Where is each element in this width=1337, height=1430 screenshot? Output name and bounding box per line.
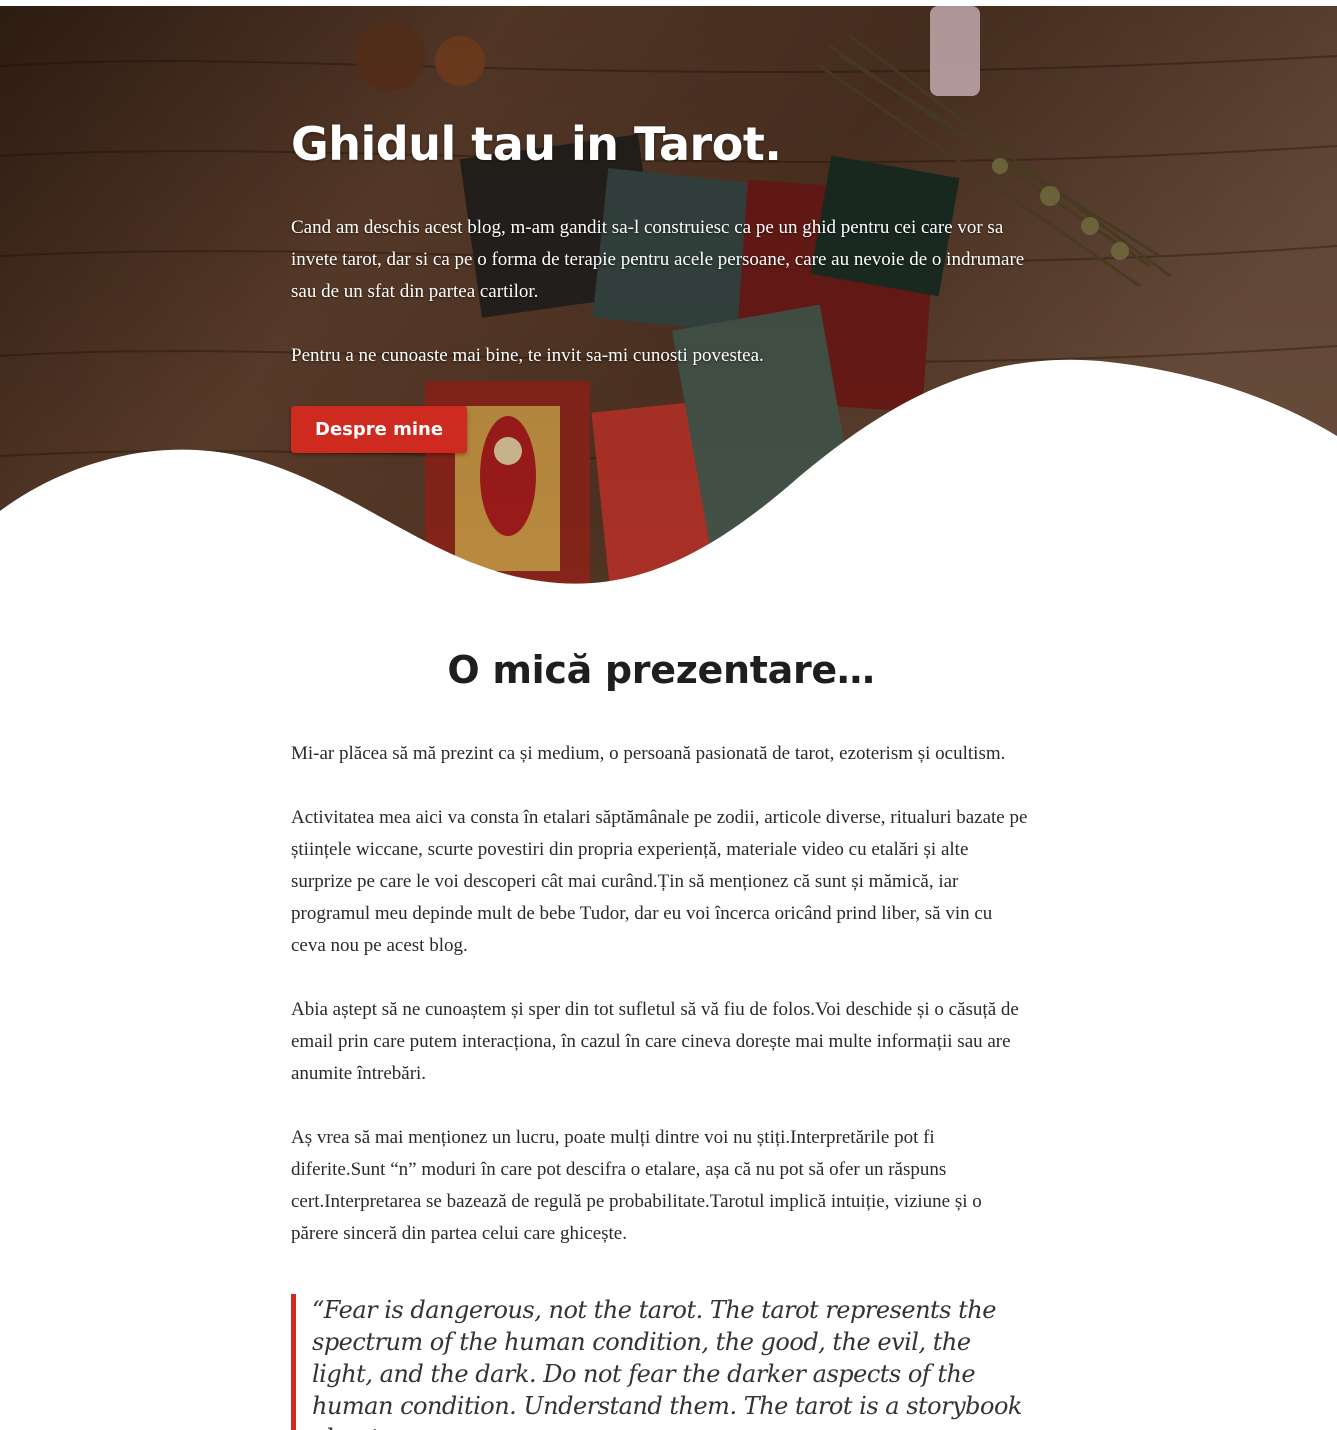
- about-me-button[interactable]: Despre mine: [291, 406, 468, 453]
- hero-section: Ghidul tau in Tarot. Cand am deschis ace…: [0, 6, 1337, 586]
- intro-paragraph-2: Activitatea mea aici va consta în etalar…: [291, 807, 1028, 956]
- hero-paragraph-1: Cand am deschis acest blog, m-am gandit …: [291, 217, 1025, 302]
- tarot-quote: “Fear is dangerous, not the tarot. The t…: [291, 1294, 1031, 1430]
- intro-section: O mică prezentare… Mi-ar plăcea să mă pr…: [291, 640, 1031, 1430]
- intro-paragraph-4: Aș vrea să mai menționez un lucru, poate…: [291, 1127, 982, 1244]
- hero-title: Ghidul tau in Tarot.: [291, 117, 782, 171]
- intro-title: O mică prezentare…: [447, 648, 875, 692]
- hero-content: Ghidul tau in Tarot. Cand am deschis ace…: [291, 114, 1031, 453]
- hero-paragraph-2: Pentru a ne cunoaste mai bine, te invit …: [291, 345, 764, 366]
- intro-paragraph-3: Abia aștept să ne cunoaștem și sper din …: [291, 999, 1019, 1084]
- intro-paragraph-1: Mi-ar plăcea să mă prezint ca și medium,…: [291, 743, 1006, 764]
